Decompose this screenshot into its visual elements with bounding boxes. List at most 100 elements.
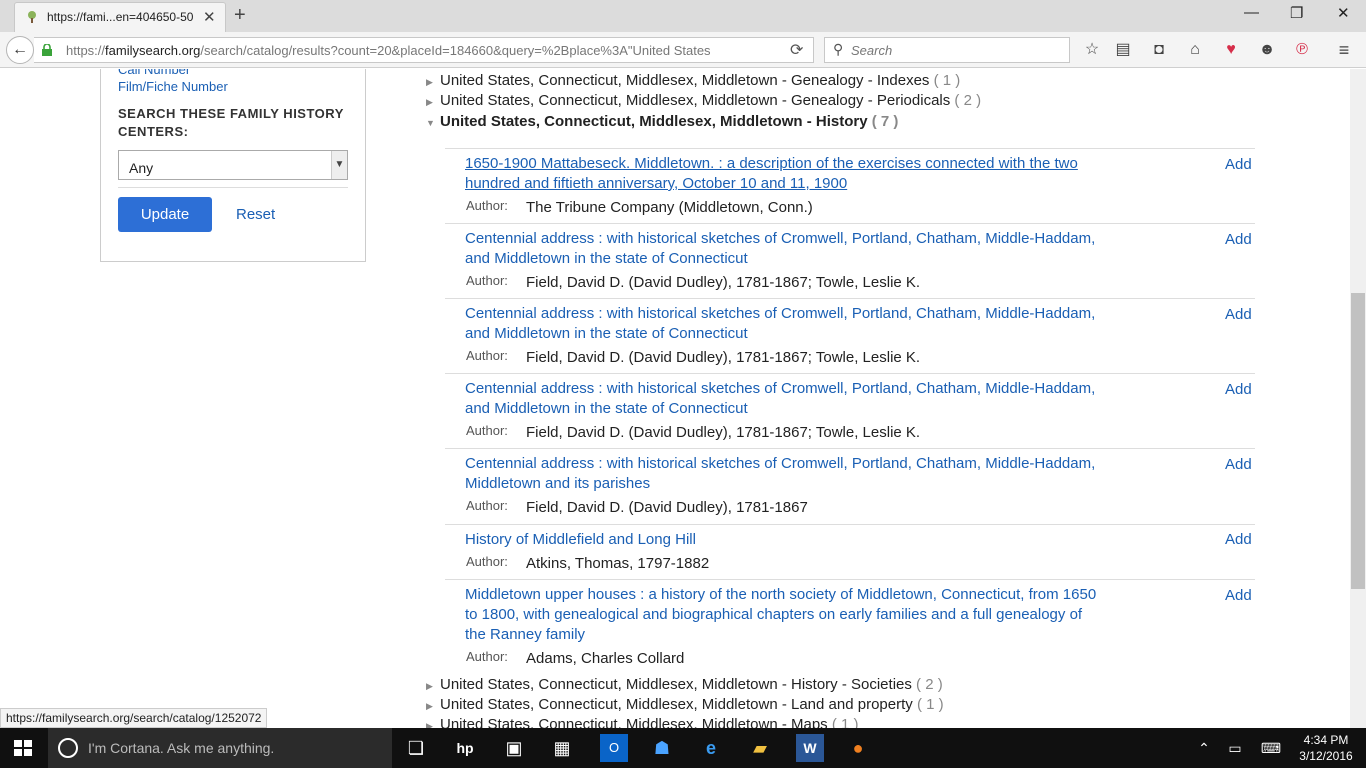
- call-number-link[interactable]: Call Number: [118, 69, 190, 77]
- url-text: https://familysearch.org/search/catalog/…: [66, 43, 711, 58]
- notification-icon[interactable]: ▭: [1221, 734, 1249, 762]
- divider: [445, 448, 1255, 449]
- filter-sidebar: Call Number Film/Fiche Number SEARCH THE…: [100, 69, 366, 262]
- date-text: 3/12/2016: [1299, 749, 1353, 763]
- page-content: Call Number Film/Fiche Number SEARCH THE…: [0, 69, 1350, 728]
- hp-icon[interactable]: hp: [451, 734, 479, 762]
- author-label: Author:: [466, 554, 508, 569]
- search-bar[interactable]: ⚲ Search: [824, 37, 1070, 63]
- divider: [118, 187, 348, 188]
- collapse-arrow-icon: ▼: [426, 118, 435, 128]
- result-title[interactable]: Centennial address : with historical ske…: [465, 304, 1105, 344]
- result-title[interactable]: Centennial address : with historical ske…: [465, 379, 1105, 419]
- add-button[interactable]: Add: [1225, 456, 1252, 473]
- heart-icon[interactable]: ♥: [1221, 40, 1241, 60]
- word-icon[interactable]: W: [796, 734, 824, 762]
- author-label: Author:: [466, 649, 508, 664]
- author-label: Author:: [466, 198, 508, 213]
- file-explorer-icon[interactable]: ▰: [746, 734, 774, 762]
- url-bar[interactable]: https://familysearch.org/search/catalog/…: [34, 37, 814, 63]
- lock-icon: [42, 44, 52, 56]
- update-button[interactable]: Update: [118, 197, 212, 232]
- chevron-up-icon[interactable]: ⌃: [1190, 734, 1218, 762]
- app-icon[interactable]: ▦: [548, 734, 576, 762]
- close-tab-icon[interactable]: ✕: [203, 8, 216, 26]
- reload-icon[interactable]: ⟳: [790, 40, 803, 60]
- result-title[interactable]: Centennial address : with historical ske…: [465, 229, 1105, 269]
- result-author: Field, David D. (David Dudley), 1781-186…: [526, 499, 808, 516]
- author-label: Author:: [466, 273, 508, 288]
- status-url-tooltip: https://familysearch.org/search/catalog/…: [0, 708, 268, 728]
- divider: [445, 223, 1255, 224]
- reading-list-icon[interactable]: ▤: [1113, 40, 1133, 60]
- hamburger-menu-icon[interactable]: ≡: [1334, 40, 1354, 60]
- home-icon[interactable]: ⌂: [1185, 40, 1205, 60]
- scrollbar-thumb[interactable]: [1351, 293, 1365, 589]
- minimize-icon[interactable]: —: [1244, 4, 1259, 21]
- result-title[interactable]: Centennial address : with historical ske…: [465, 454, 1105, 494]
- add-button[interactable]: Add: [1225, 381, 1252, 398]
- result-author: Adams, Charles Collard: [526, 650, 685, 667]
- result-author: Field, David D. (David Dudley), 1781-186…: [526, 424, 921, 441]
- expand-arrow-icon: ▶: [426, 77, 433, 87]
- cortana-search-box[interactable]: I'm Cortana. Ask me anything.: [48, 728, 392, 768]
- tree-row-history[interactable]: ▼ United States, Connecticut, Middlesex, …: [426, 113, 898, 130]
- outlook-icon[interactable]: O: [600, 734, 628, 762]
- film-fiche-number-link[interactable]: Film/Fiche Number: [118, 79, 228, 94]
- windows-start-icon[interactable]: [14, 740, 32, 756]
- add-button[interactable]: Add: [1225, 306, 1252, 323]
- expand-arrow-icon: ▶: [426, 681, 433, 691]
- tree-row-genealogy-indexes[interactable]: ▶ United States, Connecticut, Middlesex, …: [426, 72, 960, 89]
- add-button[interactable]: Add: [1225, 156, 1252, 173]
- result-author: The Tribune Company (Middletown, Conn.): [526, 199, 813, 216]
- tab-familysearch[interactable]: https://fami...en=404650-50 ✕: [14, 2, 226, 32]
- result-author: Field, David D. (David Dudley), 1781-186…: [526, 349, 921, 366]
- search-icon: ⚲: [833, 41, 844, 57]
- pinterest-icon[interactable]: ℗: [1292, 40, 1312, 60]
- tree-row-land-property[interactable]: ▶ United States, Connecticut, Middlesex, …: [426, 696, 944, 713]
- expand-arrow-icon: ▶: [426, 701, 433, 711]
- familysearch-tree-icon: [28, 11, 36, 23]
- accessibility-icon[interactable]: ☗: [648, 734, 676, 762]
- chevron-down-icon: ▼: [331, 151, 347, 179]
- pocket-icon[interactable]: ◘: [1149, 40, 1169, 60]
- divider: [445, 524, 1255, 525]
- divider: [445, 579, 1255, 580]
- windows-taskbar: I'm Cortana. Ask me anything. ❏ hp ▣ ▦ O…: [0, 728, 1366, 768]
- cortana-icon: [58, 738, 78, 758]
- clock[interactable]: 4:34 PM 3/12/2016: [1296, 732, 1356, 764]
- edge-icon[interactable]: e: [697, 734, 725, 762]
- add-button[interactable]: Add: [1225, 531, 1252, 548]
- result-title[interactable]: History of Middlefield and Long Hill: [465, 530, 1105, 550]
- close-window-icon[interactable]: ✕: [1337, 4, 1350, 22]
- result-title[interactable]: 1650-1900 Mattabeseck. Middletown. : a d…: [465, 154, 1105, 194]
- tree-row-maps[interactable]: ▶ United States, Connecticut, Middlesex, …: [426, 716, 859, 728]
- smiley-icon[interactable]: ☻: [1257, 40, 1277, 60]
- author-label: Author:: [466, 348, 508, 363]
- reset-link[interactable]: Reset: [236, 206, 275, 223]
- time-text: 4:34 PM: [1303, 733, 1349, 747]
- store-icon[interactable]: ▣: [500, 734, 528, 762]
- result-author: Field, David D. (David Dudley), 1781-186…: [526, 274, 921, 291]
- tree-row-history-societies[interactable]: ▶ United States, Connecticut, Middlesex, …: [426, 676, 943, 693]
- author-label: Author:: [466, 498, 508, 513]
- restore-icon[interactable]: ❐: [1290, 4, 1303, 22]
- centers-heading: SEARCH THESE FAMILY HISTORY CENTERS:: [118, 106, 344, 139]
- bookmark-star-icon[interactable]: ☆: [1082, 40, 1102, 60]
- add-button[interactable]: Add: [1225, 587, 1252, 604]
- vertical-scrollbar[interactable]: [1350, 69, 1366, 728]
- keyboard-icon[interactable]: ⌨: [1257, 734, 1285, 762]
- search-placeholder: Search: [851, 43, 893, 58]
- divider: [445, 298, 1255, 299]
- new-tab-icon[interactable]: +: [234, 4, 246, 27]
- back-arrow-icon[interactable]: ←: [6, 36, 34, 64]
- tree-row-genealogy-periodicals[interactable]: ▶ United States, Connecticut, Middlesex, …: [426, 92, 981, 109]
- firefox-icon[interactable]: ●: [844, 734, 872, 762]
- result-title[interactable]: Middletown upper houses : a history of t…: [465, 585, 1105, 645]
- expand-arrow-icon: ▶: [426, 721, 433, 728]
- result-author: Atkins, Thomas, 1797-1882: [526, 555, 710, 572]
- add-button[interactable]: Add: [1225, 231, 1252, 248]
- divider: [445, 373, 1255, 374]
- task-view-icon[interactable]: ❏: [402, 734, 430, 762]
- centers-select[interactable]: Any ▼: [118, 150, 348, 180]
